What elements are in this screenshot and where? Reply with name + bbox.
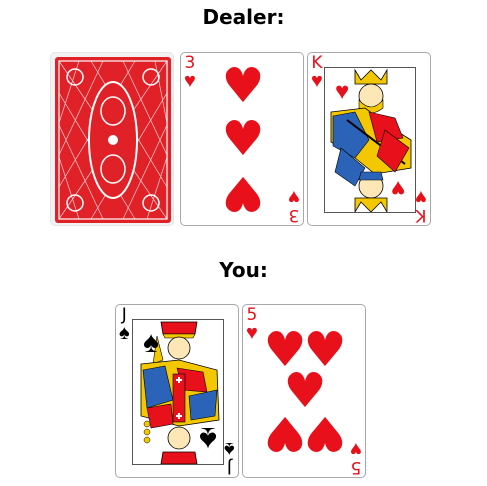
spade-icon: ♠ bbox=[143, 326, 159, 359]
card-rank: 3 bbox=[288, 205, 300, 225]
card-corner-bottom: 3 ♥ bbox=[288, 186, 300, 225]
player-title: You: bbox=[219, 258, 268, 282]
king-face-art: ♥ ♥ bbox=[324, 67, 416, 213]
heart-icon: ♥ bbox=[415, 186, 427, 208]
heart-icon: ♥ bbox=[303, 405, 347, 461]
card-corner-top: K ♥ bbox=[311, 55, 323, 92]
dealer-card-3-hearts[interactable]: 3 ♥ ♥ ♥ ♥ 3 ♥ bbox=[180, 52, 304, 226]
heart-icon: ♥ bbox=[335, 78, 350, 105]
heart-icon: ♥ bbox=[288, 186, 300, 208]
heart-icon: ♥ bbox=[263, 405, 307, 461]
heart-icon: ♥ bbox=[221, 58, 265, 114]
player-card-5-hearts[interactable]: 5 ♥ ♥ ♥ ♥ ♥ ♥ 5 ♥ bbox=[242, 304, 366, 478]
card-corner-bottom: J ♠ bbox=[224, 438, 235, 477]
heart-icon: ♥ bbox=[390, 175, 405, 202]
spade-icon: ♠ bbox=[224, 438, 235, 460]
card-corner-top: 3 ♥ bbox=[184, 55, 196, 92]
heart-icon: ♥ bbox=[184, 70, 196, 92]
dealer-card-king-hearts[interactable]: K ♥ ♥ ♥ K ♥ bbox=[307, 52, 431, 226]
card-back-pattern bbox=[55, 57, 171, 223]
heart-icon: ♥ bbox=[311, 70, 323, 92]
card-corner-bottom: 5 ♥ bbox=[350, 438, 362, 477]
dealer-card-face-down[interactable] bbox=[50, 52, 174, 226]
heart-icon: ♥ bbox=[221, 111, 265, 167]
card-corner-top: 5 ♥ bbox=[246, 307, 258, 344]
card-corner-bottom: K ♥ bbox=[415, 186, 427, 225]
spade-icon: ♠ bbox=[198, 420, 217, 458]
card-rank: K bbox=[415, 205, 427, 225]
jack-face-art: ♠ ♠ bbox=[132, 319, 224, 465]
heart-icon: ♥ bbox=[350, 438, 362, 460]
heart-icon: ♥ bbox=[246, 322, 258, 344]
card-rank: J bbox=[227, 457, 233, 477]
card-corner-top: J ♠ bbox=[119, 307, 130, 344]
spade-icon: ♠ bbox=[119, 322, 130, 344]
card-rank: 5 bbox=[350, 457, 362, 477]
dealer-title: Dealer: bbox=[202, 5, 285, 29]
heart-icon: ♥ bbox=[221, 165, 265, 221]
player-card-jack-spades[interactable]: J ♠ ♠ ♠ J ♠ bbox=[115, 304, 239, 478]
